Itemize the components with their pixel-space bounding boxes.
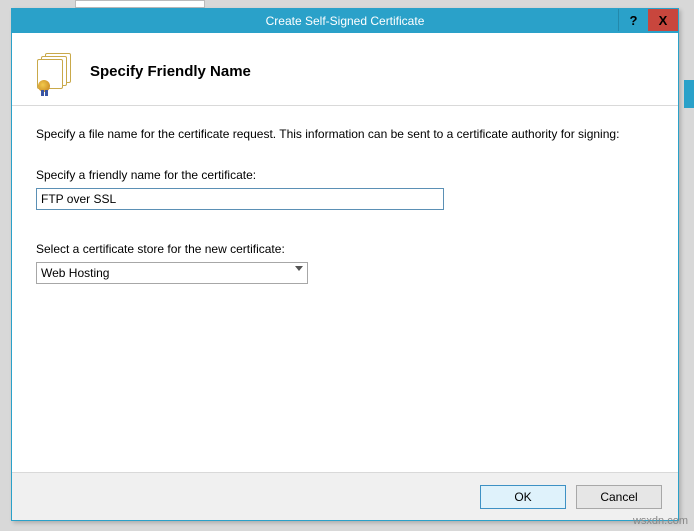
window-title: Create Self-Signed Certificate <box>12 14 678 28</box>
cert-store-label: Select a certificate store for the new c… <box>36 242 654 256</box>
ok-button[interactable]: OK <box>480 485 566 509</box>
background-fragment <box>75 0 205 8</box>
content-area: Specify a file name for the certificate … <box>12 106 678 472</box>
cert-store-value: Web Hosting <box>41 266 109 280</box>
cancel-button[interactable]: Cancel <box>576 485 662 509</box>
header-section: Specify Friendly Name <box>12 33 678 105</box>
watermark: wsxdn.com <box>633 515 688 527</box>
help-button[interactable]: ? <box>618 9 648 31</box>
background-sliver <box>684 80 694 108</box>
chevron-down-icon <box>295 266 303 271</box>
page-title: Specify Friendly Name <box>90 63 251 80</box>
cert-store-select[interactable]: Web Hosting <box>36 262 308 284</box>
close-button[interactable]: X <box>648 9 678 31</box>
intro-text: Specify a file name for the certificate … <box>36 126 654 142</box>
titlebar-buttons: ? X <box>618 9 678 31</box>
certificate-icon <box>36 53 76 89</box>
button-row: OK Cancel <box>12 472 678 520</box>
titlebar: Create Self-Signed Certificate ? X <box>12 9 678 33</box>
friendly-name-label: Specify a friendly name for the certific… <box>36 168 654 182</box>
dialog-window: Create Self-Signed Certificate ? X Speci… <box>11 8 679 521</box>
friendly-name-input[interactable] <box>36 188 444 210</box>
